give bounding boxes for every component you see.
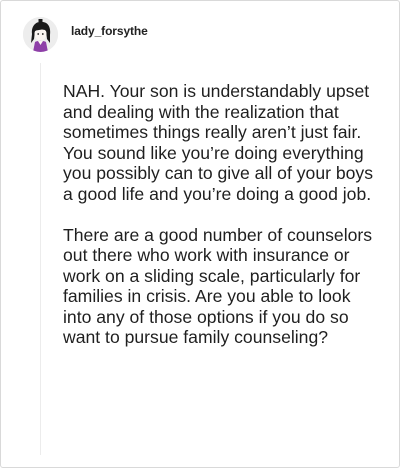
comment-paragraph-2: There are a good number of counselors ou… <box>63 224 373 348</box>
comment-paragraph-1: NAH. Your son is understandably upset an… <box>63 81 374 204</box>
comment-header: lady_forsythe <box>23 16 148 52</box>
username-link[interactable]: lady_forsythe <box>71 24 148 38</box>
avatar-illustration-icon <box>23 16 58 52</box>
thread-divider <box>40 63 41 455</box>
comment-card: lady_forsythe NAH. Your son is understan… <box>0 0 400 468</box>
comment-body: NAH. Your son is understandably upset an… <box>63 81 375 348</box>
user-avatar[interactable] <box>23 16 58 52</box>
